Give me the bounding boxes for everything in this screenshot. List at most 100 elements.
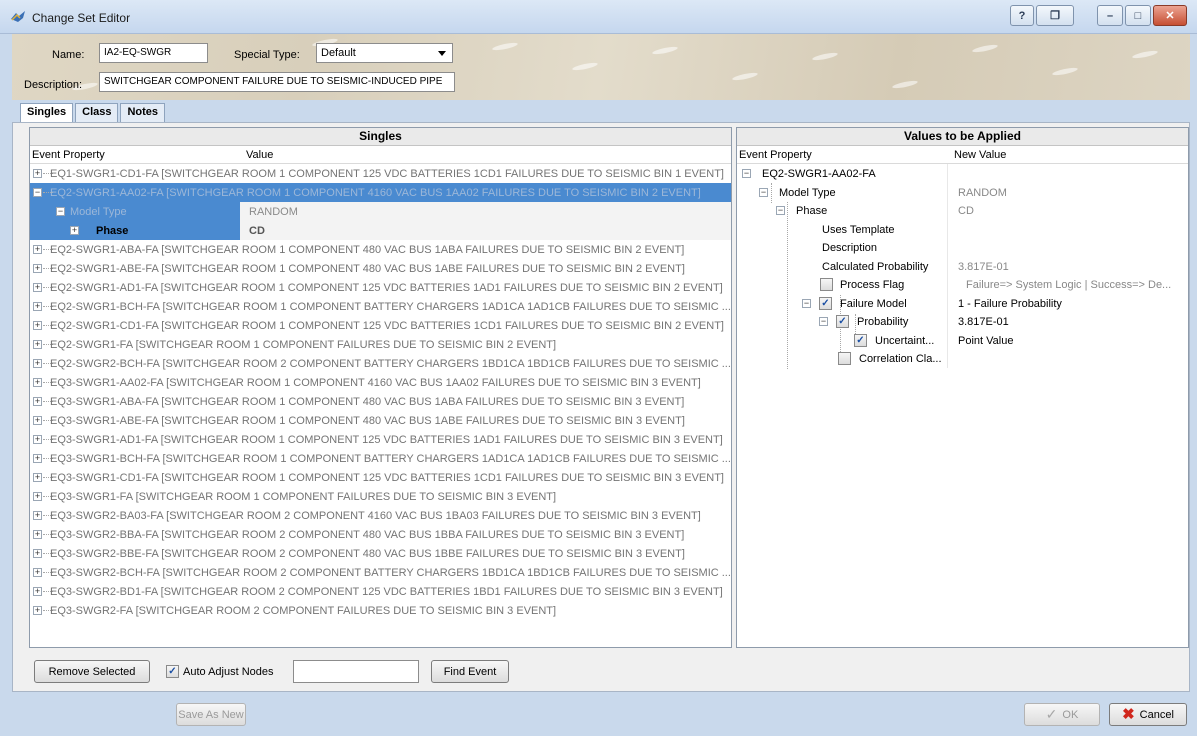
expand-icon[interactable]: + [33, 568, 42, 577]
tree-row-selected[interactable]: − EQ2-SWGR1-AA02-FA [SWITCHGEAR ROOM 1 C… [30, 183, 731, 202]
tree-row[interactable]: + EQ3-SWGR2-BBA-FA [SWITCHGEAR ROOM 2 COM… [30, 525, 731, 544]
expand-icon[interactable]: + [33, 378, 42, 387]
process-flag-checkbox[interactable] [820, 278, 833, 291]
checkbox-checked-icon[interactable]: ✓ [166, 665, 179, 678]
tree-row[interactable]: + EQ3-SWGR1-AD1-FA [SWITCHGEAR ROOM 1 COM… [30, 430, 731, 449]
find-event-input[interactable] [293, 660, 419, 683]
description-input[interactable]: SWITCHGEAR COMPONENT FAILURE DUE TO SEIS… [99, 72, 455, 92]
col-new-value[interactable]: New Value [954, 149, 1006, 161]
tree-row[interactable]: + EQ2-SWGR1-BCH-FA [SWITCHGEAR ROOM 1 COM… [30, 297, 731, 316]
expand-icon[interactable]: + [33, 397, 42, 406]
restore-icon: ❐ [1050, 10, 1060, 22]
expand-icon[interactable]: + [33, 454, 42, 463]
tree-row[interactable]: + EQ2-SWGR1-AD1-FA [SWITCHGEAR ROOM 1 COM… [30, 278, 731, 297]
correlation-class-checkbox[interactable] [838, 352, 851, 365]
tree-row[interactable]: + EQ2-SWGR1-CD1-FA [SWITCHGEAR ROOM 1 COM… [30, 316, 731, 335]
values-model-type-row[interactable]: − Model Type RANDOM [737, 183, 1188, 202]
app-icon [11, 11, 25, 22]
close-button[interactable]: ✕ [1153, 5, 1187, 26]
tree-row[interactable]: + EQ3-SWGR2-BCH-FA [SWITCHGEAR ROOM 2 COM… [30, 563, 731, 582]
expand-icon[interactable]: + [33, 587, 42, 596]
expand-icon[interactable]: + [33, 264, 42, 273]
expand-icon[interactable]: + [33, 530, 42, 539]
expand-icon[interactable]: + [33, 245, 42, 254]
expand-icon[interactable]: + [33, 416, 42, 425]
tree-row[interactable]: + EQ2-SWGR1-FA [SWITCHGEAR ROOM 1 COMPONE… [30, 335, 731, 354]
ok-button[interactable]: ✓ OK [1024, 703, 1100, 726]
tree-row-label: EQ3-SWGR2-BA03-FA [SWITCHGEAR ROOM 2 COM… [50, 510, 701, 522]
maximize-button[interactable]: □ [1125, 5, 1151, 26]
minimize-button[interactable]: – [1097, 5, 1123, 26]
expand-icon[interactable]: + [33, 511, 42, 520]
expand-icon[interactable]: + [33, 283, 42, 292]
help-icon: ? [1018, 9, 1026, 22]
expand-icon[interactable]: + [33, 492, 42, 501]
col-value[interactable]: Value [246, 149, 273, 161]
tree-row[interactable]: + EQ1-SWGR1-CD1-FA [SWITCHGEAR ROOM 1 CO… [30, 164, 731, 183]
tree-row-phase[interactable]: + Phase CD [30, 221, 731, 240]
expand-icon[interactable]: + [70, 226, 79, 235]
expand-icon[interactable]: + [33, 359, 42, 368]
values-description-row[interactable]: Description [737, 238, 1188, 257]
tree-row-label: EQ2-SWGR1-ABA-FA [SWITCHGEAR ROOM 1 COMP… [50, 244, 685, 256]
expand-icon[interactable]: + [33, 473, 42, 482]
col-event-property[interactable]: Event Property [32, 149, 105, 161]
values-root-row[interactable]: − EQ2-SWGR1-AA02-FA [737, 164, 1188, 183]
probability-checkbox[interactable]: ✓ [836, 315, 849, 328]
values-process-flag-row[interactable]: Process Flag Failure=> System Logic | Su… [737, 275, 1188, 294]
values-uncertainty-row[interactable]: ✓ Uncertaint... Point Value [737, 331, 1188, 350]
tab-singles[interactable]: Singles [20, 103, 74, 123]
expand-icon[interactable]: + [33, 606, 42, 615]
collapse-icon[interactable]: − [33, 188, 42, 197]
find-event-button[interactable]: Find Event [431, 660, 509, 683]
tree-row-label: EQ3-SWGR1-CD1-FA [SWITCHGEAR ROOM 1 COMP… [50, 472, 724, 484]
auto-adjust-checkbox[interactable]: ✓ Auto Adjust Nodes [166, 665, 274, 678]
tree-row[interactable]: + EQ3-SWGR2-BBE-FA [SWITCHGEAR ROOM 2 COM… [30, 544, 731, 563]
collapse-icon[interactable]: − [802, 298, 811, 308]
tree-row[interactable]: + EQ3-SWGR2-FA [SWITCHGEAR ROOM 2 COMPONE… [30, 601, 731, 620]
failure-model-checkbox[interactable]: ✓ [819, 296, 832, 310]
help-button[interactable]: ? [1010, 5, 1034, 26]
uncertainty-checkbox[interactable]: ✓ [854, 333, 867, 347]
tree-row[interactable]: + EQ3-SWGR1-BCH-FA [SWITCHGEAR ROOM 1 COM… [30, 449, 731, 468]
save-as-new-button[interactable]: Save As New [176, 703, 246, 726]
tree-row-model-type[interactable]: − Model Type RANDOM [30, 202, 731, 221]
tree-row[interactable]: + EQ3-SWGR2-BA03-FA [SWITCHGEAR ROOM 2 CO… [30, 506, 731, 525]
tab-class[interactable]: Class [75, 103, 119, 122]
tree-row[interactable]: + EQ3-SWGR2-BD1-FA [SWITCHGEAR ROOM 2 COM… [30, 582, 731, 601]
tree-row[interactable]: + EQ3-SWGR1-ABA-FA [SWITCHGEAR ROOM 1 COM… [30, 392, 731, 411]
tree-row[interactable]: + EQ3-SWGR1-AA02-FA [SWITCHGEAR ROOM 1 CO… [30, 373, 731, 392]
title-bar[interactable]: Change Set Editor ? ❐ – □ ✕ [0, 0, 1197, 34]
values-correlation-class-row[interactable]: Correlation Cla... [737, 349, 1188, 368]
expand-icon[interactable]: + [33, 321, 42, 330]
expand-icon[interactable]: + [33, 435, 42, 444]
tree-row[interactable]: + EQ2-SWGR1-ABE-FA [SWITCHGEAR ROOM 1 COM… [30, 259, 731, 278]
values-probability-row[interactable]: − ✓ Probability 3.817E-01 [737, 312, 1188, 331]
remove-selected-button[interactable]: Remove Selected [34, 660, 150, 683]
name-input[interactable]: IA2-EQ-SWGR [99, 43, 208, 63]
model-type-value: RANDOM [958, 186, 1007, 199]
tree-row[interactable]: + EQ3-SWGR1-CD1-FA [SWITCHGEAR ROOM 1 COM… [30, 468, 731, 487]
special-type-select[interactable]: Default [316, 43, 453, 63]
restore-layout-button[interactable]: ❐ [1036, 5, 1074, 26]
col-event-property[interactable]: Event Property [739, 149, 812, 161]
values-failure-model-row[interactable]: − ✓ Failure Model 1 - Failure Probabilit… [737, 294, 1188, 313]
tree-row[interactable]: + EQ2-SWGR1-ABA-FA [SWITCHGEAR ROOM 1 COM… [30, 240, 731, 259]
collapse-icon[interactable]: − [819, 317, 828, 326]
cancel-button[interactable]: ✖ Cancel [1109, 703, 1187, 726]
tree-row[interactable]: + EQ2-SWGR2-BCH-FA [SWITCHGEAR ROOM 2 COM… [30, 354, 731, 373]
expand-icon[interactable]: + [33, 340, 42, 349]
values-uses-template-row[interactable]: Uses Template [737, 220, 1188, 239]
collapse-icon[interactable]: − [742, 169, 751, 178]
values-phase-row[interactable]: − Phase CD [737, 201, 1188, 220]
expand-icon[interactable]: + [33, 302, 42, 311]
values-calculated-probability-row[interactable]: Calculated Probability 3.817E-01 [737, 257, 1188, 276]
tab-notes[interactable]: Notes [120, 103, 166, 122]
tree-row[interactable]: + EQ3-SWGR1-ABE-FA [SWITCHGEAR ROOM 1 COM… [30, 411, 731, 430]
collapse-icon[interactable]: − [56, 207, 65, 216]
expand-icon[interactable]: + [33, 169, 42, 178]
tree-row[interactable]: + EQ3-SWGR1-FA [SWITCHGEAR ROOM 1 COMPONE… [30, 487, 731, 506]
collapse-icon[interactable]: − [759, 187, 768, 197]
collapse-icon[interactable]: − [776, 206, 785, 215]
expand-icon[interactable]: + [33, 549, 42, 558]
